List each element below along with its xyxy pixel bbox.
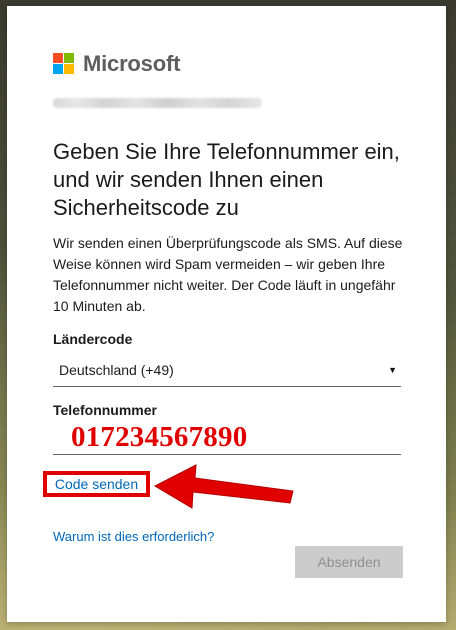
logo-blue-square [53,64,63,74]
send-code-highlight-box: Code senden [43,471,150,497]
page-title: Geben Sie Ihre Telefonnummer ein, und wi… [53,139,400,220]
logo-red-square [53,53,63,63]
logo-green-square [64,53,74,63]
blurred-account-email [53,98,262,108]
country-code-value: Deutschland (+49) [59,362,174,378]
verification-dialog: Microsoft Geben Sie Ihre Telefonnummer e… [7,6,446,622]
phone-number-input[interactable]: 017234567890 [53,420,401,455]
submit-button[interactable]: Absenden [295,546,403,578]
microsoft-logo-icon [53,53,74,74]
country-code-select[interactable]: Deutschland (+49) ▼ [53,354,401,387]
chevron-down-icon: ▼ [388,364,397,375]
red-arrow-icon [153,464,294,509]
microsoft-logo-row: Microsoft [53,52,180,75]
send-code-link[interactable]: Code senden [55,476,138,492]
logo-yellow-square [64,64,74,74]
phone-number-label: Telefonnummer [53,402,157,418]
country-code-label: Ländercode [53,331,133,347]
description-text: Wir senden einen Überprüfungscode als SM… [53,235,403,314]
phone-number-value: 017234567890 [71,421,248,453]
why-required-link[interactable]: Warum ist dies erforderlich? [53,528,214,546]
brand-name: Microsoft [83,51,181,76]
